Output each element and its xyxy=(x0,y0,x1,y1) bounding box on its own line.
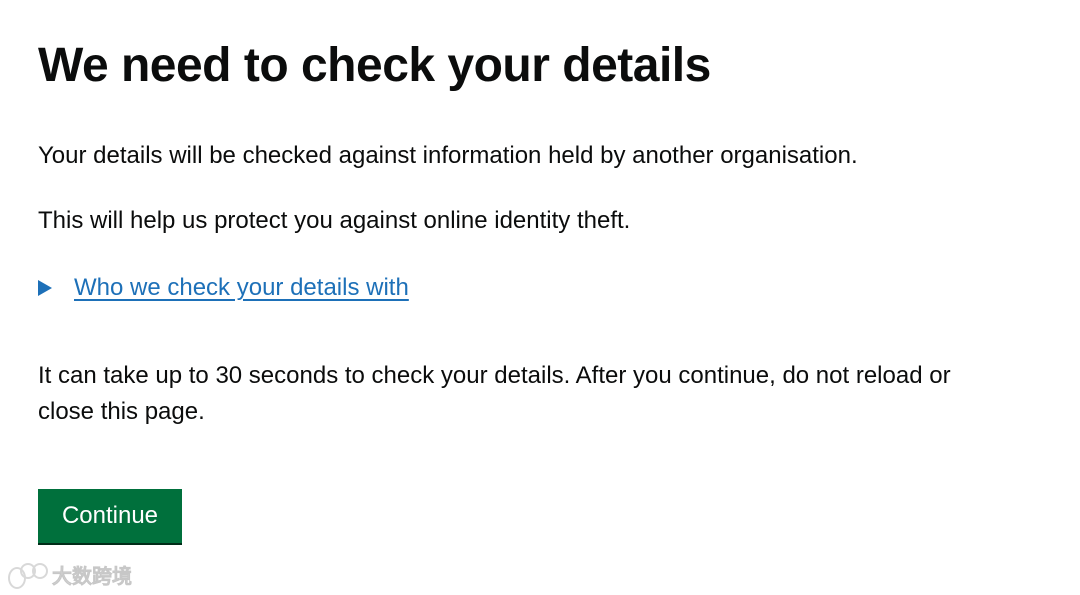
intro-paragraph: Your details will be checked against inf… xyxy=(38,142,858,169)
bottom-edge xyxy=(0,590,1080,595)
triangle-right-icon[interactable] xyxy=(38,280,52,296)
watermark-logo-icon xyxy=(8,561,48,589)
details-summary[interactable]: Who we check your details with xyxy=(38,270,409,306)
page-title: We need to check your details xyxy=(38,39,711,92)
watermark: 大数跨境 xyxy=(8,560,132,589)
watermark-text: 大数跨境 xyxy=(52,564,133,589)
wait-notice-paragraph: It can take up to 30 seconds to check yo… xyxy=(38,362,951,425)
continue-button[interactable]: Continue xyxy=(38,489,182,543)
who-we-check-link[interactable]: Who we check your details with xyxy=(74,270,409,306)
protection-paragraph: This will help us protect you against on… xyxy=(38,207,631,234)
